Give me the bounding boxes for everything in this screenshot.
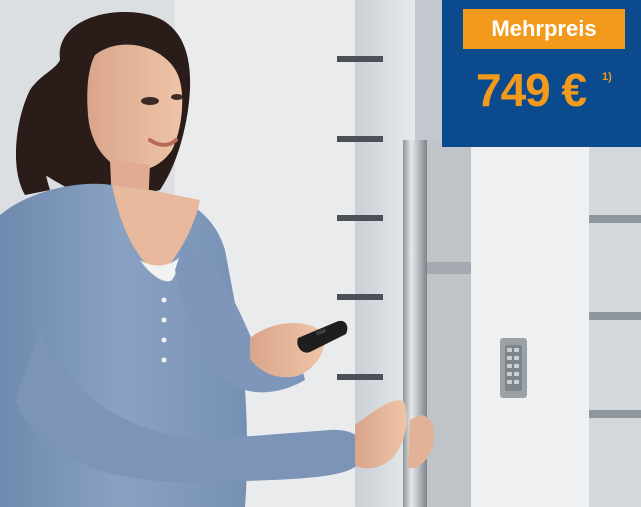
price-value: 749 € [476,64,587,116]
price-footnote-marker: 1) [602,71,612,83]
advert-frame: Mehrpreis 749 € 1) [0,0,641,507]
surcharge-label: Mehrpreis [463,9,625,49]
